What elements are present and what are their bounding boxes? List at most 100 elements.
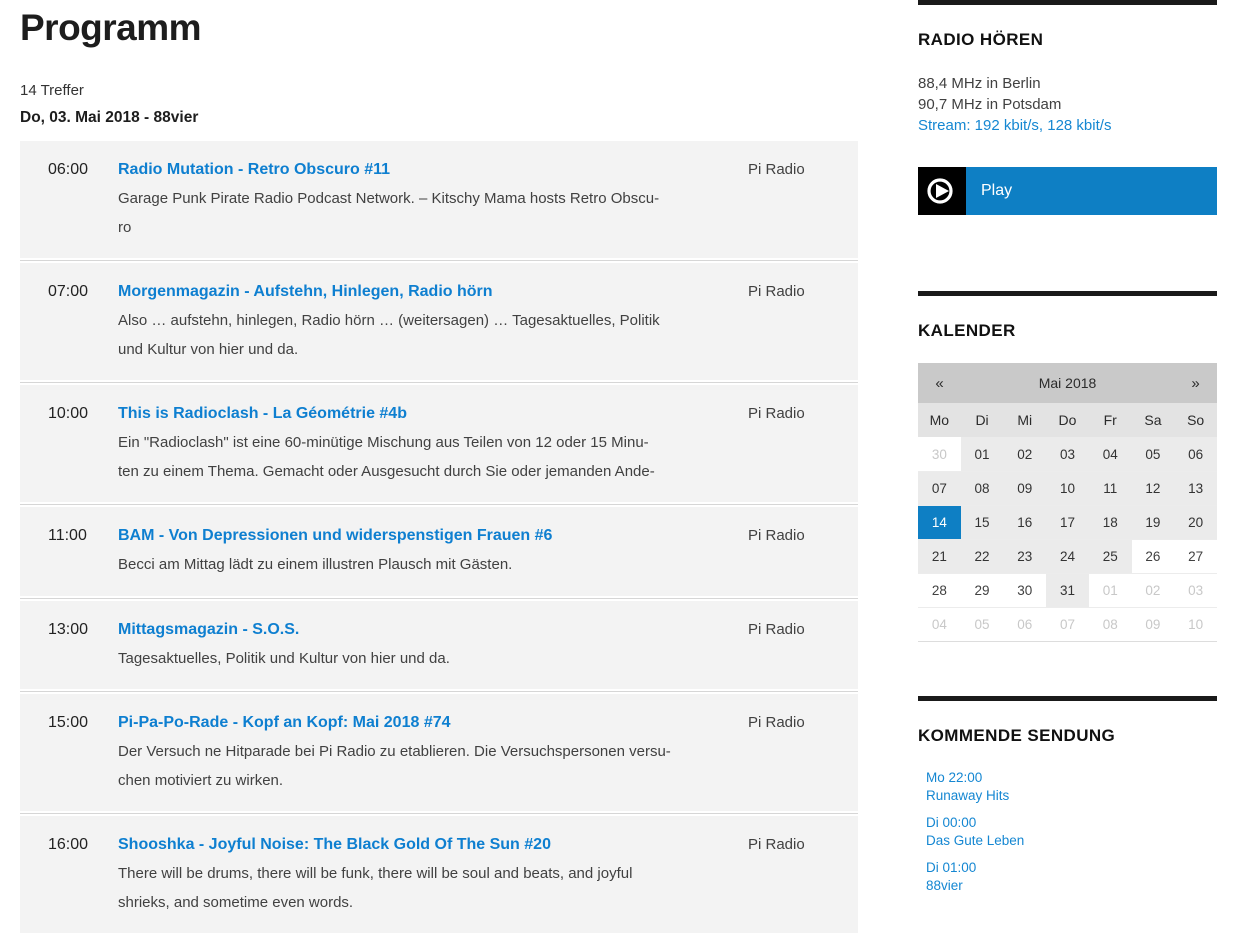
program-title-link[interactable]: BAM - Von Depressionen und widerspenstig…: [118, 523, 552, 549]
calendar-day[interactable]: 21: [918, 540, 961, 573]
play-circle-icon: [918, 167, 966, 215]
stream-link-192[interactable]: Stream: 192 kbit/s: [918, 117, 1039, 134]
program-description: Becci am Mittag lädt zu einem illustren …: [118, 551, 748, 580]
calendar-day[interactable]: 14: [918, 506, 961, 539]
calendar-day: 09: [1132, 608, 1175, 641]
calendar-day[interactable]: 06: [1174, 437, 1217, 471]
section-divider-kalender: [918, 291, 1217, 296]
play-button-label: Play: [966, 167, 1217, 215]
calendar-day[interactable]: 05: [1132, 437, 1175, 471]
calendar-day[interactable]: 04: [1089, 437, 1132, 471]
calendar-day[interactable]: 22: [961, 540, 1004, 573]
upcoming-item-time: Mo 22:00: [926, 769, 1217, 787]
sidebar: RADIO HÖREN 88,4 MHz in Berlin 90,7 MHz …: [918, 0, 1217, 933]
calendar-day: 30: [1003, 574, 1046, 607]
calendar-month-label: Mai 2018: [961, 375, 1174, 391]
program-body: Radio Mutation - Retro Obscuro #11Garage…: [118, 157, 748, 242]
calendar-day: 07: [1046, 608, 1089, 641]
calendar-day[interactable]: 15: [961, 506, 1004, 539]
program-station: Pi Radio: [748, 523, 806, 580]
program-title-link[interactable]: Radio Mutation - Retro Obscuro #11: [118, 157, 390, 183]
calendar-day[interactable]: 31: [1046, 574, 1089, 607]
stream-separator: ,: [1039, 117, 1047, 134]
upcoming-item-time: Di 01:00: [926, 859, 1217, 877]
calendar-day[interactable]: 01: [961, 437, 1004, 471]
calendar-dayname: So: [1174, 412, 1217, 428]
calendar-day[interactable]: 11: [1089, 472, 1132, 505]
program-row: 10:00This is Radioclash - La Géométrie #…: [20, 385, 858, 502]
program-body: Pi-Pa-Po-Rade - Kopf an Kopf: Mai 2018 #…: [118, 710, 748, 795]
program-time: 10:00: [48, 401, 118, 486]
section-divider-top: [918, 0, 1217, 5]
upcoming-item-link[interactable]: Di 01:0088vier: [918, 859, 1217, 894]
upcoming-item-link[interactable]: Mo 22:00Runaway Hits: [918, 769, 1217, 804]
calendar-day[interactable]: 25: [1089, 540, 1132, 573]
calendar-day[interactable]: 20: [1174, 506, 1217, 539]
program-row: 06:00Radio Mutation - Retro Obscuro #11G…: [20, 141, 858, 258]
frequency-berlin: 88,4 MHz in Berlin: [918, 73, 1217, 94]
upcoming-item-link[interactable]: Di 00:00Das Gute Leben: [918, 814, 1217, 849]
calendar-day[interactable]: 08: [961, 472, 1004, 505]
kalender-heading: KALENDER: [918, 321, 1217, 340]
calendar-day[interactable]: 24: [1046, 540, 1089, 573]
calendar-day: 30: [918, 437, 961, 471]
program-title-link[interactable]: This is Radioclash - La Géométrie #4b: [118, 401, 407, 427]
results-count: 14 Treffer: [20, 81, 858, 100]
calendar-week-row: 14151617181920: [918, 505, 1217, 539]
calendar-day[interactable]: 03: [1046, 437, 1089, 471]
calendar-daynames-row: MoDiMiDoFrSaSo: [918, 403, 1217, 437]
calendar-day[interactable]: 13: [1174, 472, 1217, 505]
program-list: 06:00Radio Mutation - Retro Obscuro #11G…: [20, 141, 858, 933]
upcoming-item-time: Di 00:00: [926, 814, 1217, 832]
calendar-day: 26: [1132, 540, 1175, 573]
program-title-link[interactable]: Morgenmagazin - Aufstehn, Hinlegen, Radi…: [118, 279, 493, 305]
calendar-day: 10: [1174, 608, 1217, 641]
calendar-day[interactable]: 16: [1003, 506, 1046, 539]
calendar-prev-button[interactable]: «: [918, 375, 961, 392]
calendar-week-row: 07080910111213: [918, 471, 1217, 505]
calendar-week-row: 30010203040506: [918, 437, 1217, 471]
calendar-day: 01: [1089, 574, 1132, 607]
calendar-day[interactable]: 23: [1003, 540, 1046, 573]
section-divider-kommende: [918, 696, 1217, 701]
program-station: Pi Radio: [748, 157, 806, 242]
program-description-line: Tagesaktuelles, Politik und Kultur von h…: [118, 645, 748, 674]
calendar-day[interactable]: 09: [1003, 472, 1046, 505]
calendar-body: 3001020304050607080910111213141516171819…: [918, 437, 1217, 641]
stream-link-128[interactable]: 128 kbit/s: [1047, 117, 1111, 134]
program-row: 13:00Mittagsmagazin - S.O.S.Tagesaktuell…: [20, 601, 858, 690]
calendar-day: 29: [961, 574, 1004, 607]
calendar-day: 27: [1174, 540, 1217, 573]
calendar-dayname: Fr: [1089, 412, 1132, 428]
program-body: This is Radioclash - La Géométrie #4bEin…: [118, 401, 748, 486]
frequency-potsdam: 90,7 MHz in Potsdam: [918, 94, 1217, 115]
calendar-day: 02: [1132, 574, 1175, 607]
calendar-day: 06: [1003, 608, 1046, 641]
calendar-day[interactable]: 19: [1132, 506, 1175, 539]
calendar-day[interactable]: 17: [1046, 506, 1089, 539]
stream-links: Stream: 192 kbit/s, 128 kbit/s: [918, 115, 1217, 136]
program-description-line: Becci am Mittag lädt zu einem illustren …: [118, 551, 748, 580]
calendar-day: 03: [1174, 574, 1217, 607]
calendar-day[interactable]: 12: [1132, 472, 1175, 505]
calendar-day[interactable]: 07: [918, 472, 961, 505]
calendar-dayname: Do: [1046, 412, 1089, 428]
program-row: 07:00Morgenmagazin - Aufstehn, Hinlegen,…: [20, 263, 858, 380]
calendar-next-button[interactable]: »: [1174, 375, 1217, 392]
program-station: Pi Radio: [748, 617, 806, 674]
program-title-link[interactable]: Pi-Pa-Po-Rade - Kopf an Kopf: Mai 2018 #…: [118, 710, 451, 736]
program-description: Der Versuch ne Hitparade bei Pi Radio zu…: [118, 738, 748, 795]
calendar-day[interactable]: 02: [1003, 437, 1046, 471]
program-description: Ein "Radioclash" ist eine 60-minütige Mi…: [118, 429, 748, 486]
program-title-link[interactable]: Shooshka - Joyful Noise: The Black Gold …: [118, 832, 551, 858]
page: Programm 14 Treffer Do, 03. Mai 2018 - 8…: [0, 0, 1239, 933]
program-description-line: ro: [118, 214, 748, 243]
calendar-day[interactable]: 10: [1046, 472, 1089, 505]
program-description-line: Der Versuch ne Hitparade bei Pi Radio zu…: [118, 738, 748, 767]
radio-hoeren-heading: RADIO HÖREN: [918, 30, 1217, 49]
program-row: 11:00BAM - Von Depressionen und widerspe…: [20, 507, 858, 596]
calendar-day[interactable]: 18: [1089, 506, 1132, 539]
program-description-line: Ein "Radioclash" ist eine 60-minütige Mi…: [118, 429, 748, 458]
play-button[interactable]: Play: [918, 167, 1217, 215]
program-title-link[interactable]: Mittagsmagazin - S.O.S.: [118, 617, 299, 643]
